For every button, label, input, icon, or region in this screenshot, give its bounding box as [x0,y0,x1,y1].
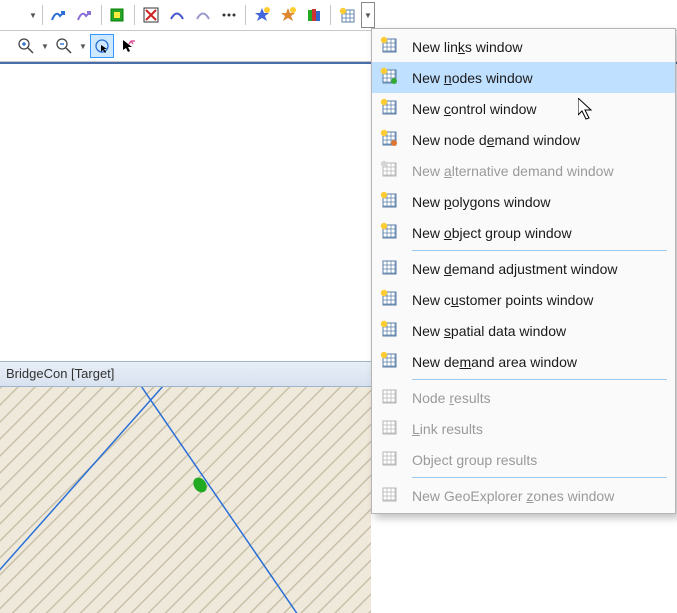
menu-item-new-object-group-window[interactable]: New object group window [372,217,675,248]
separator [330,5,331,25]
menu-separator [412,250,667,251]
grid-star-icon [380,351,398,372]
menu-item-object-group-results: Object group results [372,444,675,475]
grid-star-icon [380,289,398,310]
map-panel[interactable] [0,387,371,613]
menu-label: New node demand window [412,132,663,148]
menu-separator [412,379,667,380]
star-blue-icon[interactable] [250,3,274,27]
grid-star-icon [380,98,398,119]
separator [134,5,135,25]
pointer-pink-icon[interactable] [116,34,140,58]
menu-separator [412,477,667,478]
menu-item-new-spatial-data-window[interactable]: New spatial data window [372,315,675,346]
wavy-arrow-teal-icon[interactable] [73,3,97,27]
menu-item-new-polygons-window[interactable]: New polygons window [372,186,675,217]
menu-item-node-results: Node results [372,382,675,413]
grid-gray-icon [380,485,398,506]
dropdown-arrow-icon[interactable]: ▼ [28,3,38,27]
grid-gray-icon [380,418,398,439]
toolbar-dropdown-blank[interactable] [2,3,26,27]
menu-item-new-geoexplorer-zones-window: New GeoExplorer zones window [372,480,675,511]
new-window-grid-icon[interactable] [335,3,359,27]
menu-label: New demand area window [412,354,663,370]
pointer-button[interactable] [90,34,114,58]
dropdown-arrow-icon[interactable]: ▼ [78,34,88,58]
grid-star-gray-icon [380,160,398,181]
menu-label: New object group window [412,225,663,241]
menu-label: New alternative demand window [412,163,663,179]
toolbar-row-1: ▼ ▼ [0,0,677,31]
menu-item-link-results: Link results [372,413,675,444]
grid-gray-icon [380,387,398,408]
panel-title: BridgeCon [Target] [0,361,377,387]
map-layers-icon[interactable] [106,3,130,27]
grid-star-icon [380,222,398,243]
menu-item-new-control-window[interactable]: New control window [372,93,675,124]
grid-star-orange-icon [380,129,398,150]
menu-label: Link results [412,421,663,437]
dots-icon[interactable] [217,3,241,27]
grid-gray-icon [380,449,398,470]
menu-label: New demand adjustment window [412,261,663,277]
path-a-icon[interactable] [165,3,189,27]
menu-label: New GeoExplorer zones window [412,488,663,504]
menu-item-new-node-demand-window[interactable]: New node demand window [372,124,675,155]
menu-label: New customer points window [412,292,663,308]
upper-grid-panel [0,64,372,354]
menu-label: Object group results [412,452,663,468]
menu-label: New links window [412,39,663,55]
menu-item-new-demand-adjustment-window[interactable]: New demand adjustment window [372,253,675,284]
separator [245,5,246,25]
grid-star-green-icon [380,67,398,88]
separator [101,5,102,25]
books-icon[interactable] [302,3,326,27]
new-window-dropdown-arrow[interactable]: ▼ [361,2,375,28]
new-window-dropdown-menu: New links window New nodes window New co… [371,28,676,514]
path-b-icon[interactable] [191,3,215,27]
menu-label: New nodes window [412,70,663,86]
menu-item-new-nodes-window[interactable]: New nodes window [372,62,675,93]
grid-cancel-icon[interactable] [139,3,163,27]
dropdown-arrow-icon[interactable]: ▼ [40,34,50,58]
menu-item-new-demand-area-window[interactable]: New demand area window [372,346,675,377]
zoom-in-icon[interactable] [14,34,38,58]
grid-star-icon [380,320,398,341]
menu-label: New spatial data window [412,323,663,339]
star-orange-icon[interactable] [276,3,300,27]
menu-label: New polygons window [412,194,663,210]
grid-star-icon [380,36,398,57]
grid-plain-icon [380,258,398,279]
menu-item-new-links-window[interactable]: New links window [372,31,675,62]
grid-star-icon [380,191,398,212]
menu-label: New control window [412,101,663,117]
menu-item-new-customer-points-window[interactable]: New customer points window [372,284,675,315]
menu-label: Node results [412,390,663,406]
wavy-arrow-blue-icon[interactable] [47,3,71,27]
zoom-out-icon[interactable] [52,34,76,58]
menu-item-new-alternative-demand-window: New alternative demand window [372,155,675,186]
separator [42,5,43,25]
